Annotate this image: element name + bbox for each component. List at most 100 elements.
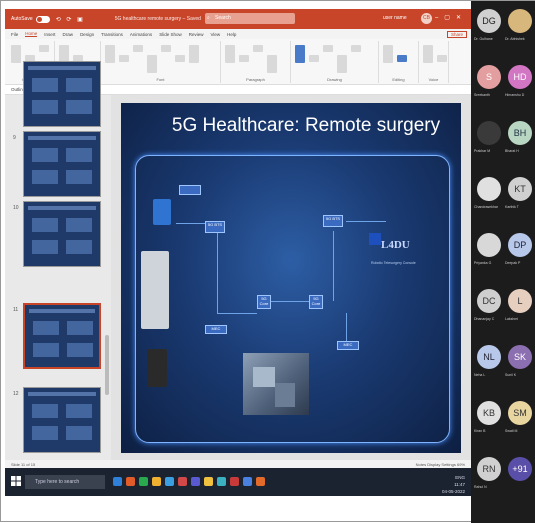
taskbar-app-icon[interactable]	[204, 477, 213, 486]
ribbon-button[interactable]	[175, 55, 185, 62]
slide-thumbnail[interactable]	[23, 303, 101, 369]
ribbon-button[interactable]	[161, 45, 171, 52]
ribbon-button[interactable]	[105, 45, 115, 63]
taskbar-app-icon[interactable]	[230, 477, 239, 486]
ribbon-button[interactable]	[253, 45, 263, 52]
zoom-controls[interactable]: Notes Display Settings 69%	[416, 462, 465, 467]
ribbon-button[interactable]	[295, 45, 305, 63]
ribbon-button[interactable]	[147, 55, 157, 73]
participant-tile[interactable]: DP Deepak P	[504, 229, 534, 277]
participant-tile[interactable]: SK Sunil K	[504, 341, 534, 389]
autosave-toggle[interactable]	[35, 15, 50, 23]
ribbon-tab[interactable]: Home	[25, 31, 38, 37]
participant-tile[interactable]: HD Himanshu D	[504, 61, 534, 109]
taskbar-app-icon[interactable]	[113, 477, 122, 486]
ribbon-tabs: File Home Insert Draw Design Transitions Anima…	[5, 29, 471, 39]
ribbon-button[interactable]	[337, 55, 347, 73]
ribbon-button[interactable]	[437, 55, 447, 62]
participant-tile[interactable]: Chandrasekhar	[473, 173, 503, 221]
participant-tile[interactable]: DC Dhananjay C	[473, 285, 503, 333]
ribbon-button[interactable]	[309, 55, 319, 62]
taskbar-app-icon[interactable]	[126, 477, 135, 486]
share-button[interactable]: Share	[446, 30, 467, 38]
ribbon-button[interactable]	[189, 45, 199, 63]
network-node: MEC	[337, 341, 359, 350]
ribbon-button[interactable]	[11, 45, 21, 63]
ribbon-button[interactable]	[397, 55, 407, 62]
ribbon-button[interactable]	[351, 45, 361, 52]
title-search-placeholder: Search	[215, 15, 231, 21]
thumbnail-content-block	[32, 170, 58, 184]
participant-tile[interactable]: KT Karthik T	[504, 173, 534, 221]
slide-thumbnail[interactable]	[23, 61, 101, 127]
slide-canvas[interactable]: 5G Healthcare: Remote surgery 5G BTS 5G …	[121, 103, 461, 453]
participant-tile[interactable]: NL Neha L	[473, 341, 503, 389]
ribbon-tab[interactable]: Slide Show	[159, 32, 182, 37]
taskbar-app-icon[interactable]	[152, 477, 161, 486]
ribbon-tab[interactable]: Help	[227, 32, 236, 37]
ribbon-tab[interactable]: Design	[80, 32, 94, 37]
participant-tile[interactable]: KB Kiran B	[473, 397, 503, 445]
taskbar-app-icon[interactable]	[178, 477, 187, 486]
participant-tile[interactable]: SM Swati M	[504, 397, 534, 445]
participant-avatar: KT	[508, 177, 532, 201]
thumbnail-number: 10	[13, 205, 19, 211]
taskbar-app-icon[interactable]	[139, 477, 148, 486]
slide-editor: 5G Healthcare: Remote surgery 5G BTS 5G …	[111, 95, 471, 460]
quick-access-toolbar[interactable]: ⟲ ⟳ ▣	[56, 16, 85, 23]
ribbon-button[interactable]	[239, 55, 249, 62]
participant-tile[interactable]: BH Bharat H	[504, 117, 534, 165]
thumbnail-content-block	[66, 240, 92, 254]
ribbon-button[interactable]	[323, 45, 333, 52]
tray-language: ENG	[455, 475, 465, 480]
system-tray[interactable]: ENG 11:47 04-05-2022	[442, 474, 465, 495]
ribbon-tab[interactable]: View	[210, 32, 220, 37]
window-controls[interactable]: –▢✕	[435, 14, 467, 21]
taskbar-app-icon[interactable]	[165, 477, 174, 486]
user-name: user name	[383, 15, 407, 21]
participant-tile[interactable]: L Lakshmi	[504, 285, 534, 333]
ribbon-button[interactable]	[267, 55, 277, 73]
ribbon-button[interactable]	[383, 45, 393, 63]
ribbon-tab[interactable]: Review	[189, 32, 204, 37]
ribbon-tab[interactable]: Draw	[63, 32, 74, 37]
slide-thumbnail[interactable]	[23, 201, 101, 267]
participant-tile[interactable]: Priyanka G	[473, 229, 503, 277]
tray-time: 11:47	[454, 482, 465, 487]
logo-mark-icon	[369, 233, 381, 245]
slide-thumbnail-pane: 9 10 11 12	[5, 61, 111, 460]
participant-tile[interactable]: +91	[504, 453, 534, 501]
connector-line	[333, 231, 334, 301]
connector-line	[269, 301, 309, 302]
slide-counter: Slide 11 of 15	[11, 462, 36, 467]
participant-tile[interactable]: RN Rahul N	[473, 453, 503, 501]
participant-name: Bharat H	[505, 149, 519, 153]
ribbon-tab[interactable]: File	[11, 32, 18, 37]
participant-tile[interactable]: Dr. Abhishek	[504, 5, 534, 53]
slide-thumbnail[interactable]	[23, 131, 101, 197]
ribbon-button[interactable]	[133, 45, 143, 52]
ribbon-tab[interactable]: Animations	[130, 32, 152, 37]
windows-start-icon[interactable]	[11, 476, 21, 486]
taskbar-search-box[interactable]: Type here to search	[25, 475, 105, 489]
participant-tile[interactable]: Prakhar M	[473, 117, 503, 165]
taskbar-app-icon[interactable]	[243, 477, 252, 486]
ribbon-button[interactable]	[423, 45, 433, 63]
thumbnail-title-bar	[28, 206, 96, 210]
participant-tile[interactable]: DG Dr. Gulhane	[473, 5, 503, 53]
ribbon-tab[interactable]: Insert	[44, 32, 55, 37]
participant-avatar	[477, 177, 501, 201]
taskbar-app-icon[interactable]	[191, 477, 200, 486]
taskbar-app-icon[interactable]	[217, 477, 226, 486]
slide-thumbnail[interactable]	[23, 387, 101, 453]
thumbnail-content-block	[66, 78, 92, 92]
ribbon-button[interactable]	[225, 45, 235, 63]
title-search-box[interactable]: ⌕ Search	[205, 13, 295, 24]
ribbon-button[interactable]	[39, 45, 49, 52]
participant-tile[interactable]: S Sreekanth	[473, 61, 503, 109]
thumbnail-scrollbar[interactable]	[105, 335, 109, 395]
taskbar-app-icon[interactable]	[256, 477, 265, 486]
user-avatar[interactable]: CB	[421, 13, 432, 24]
ribbon-tab[interactable]: Transitions	[101, 32, 123, 37]
ribbon-button[interactable]	[119, 55, 129, 62]
